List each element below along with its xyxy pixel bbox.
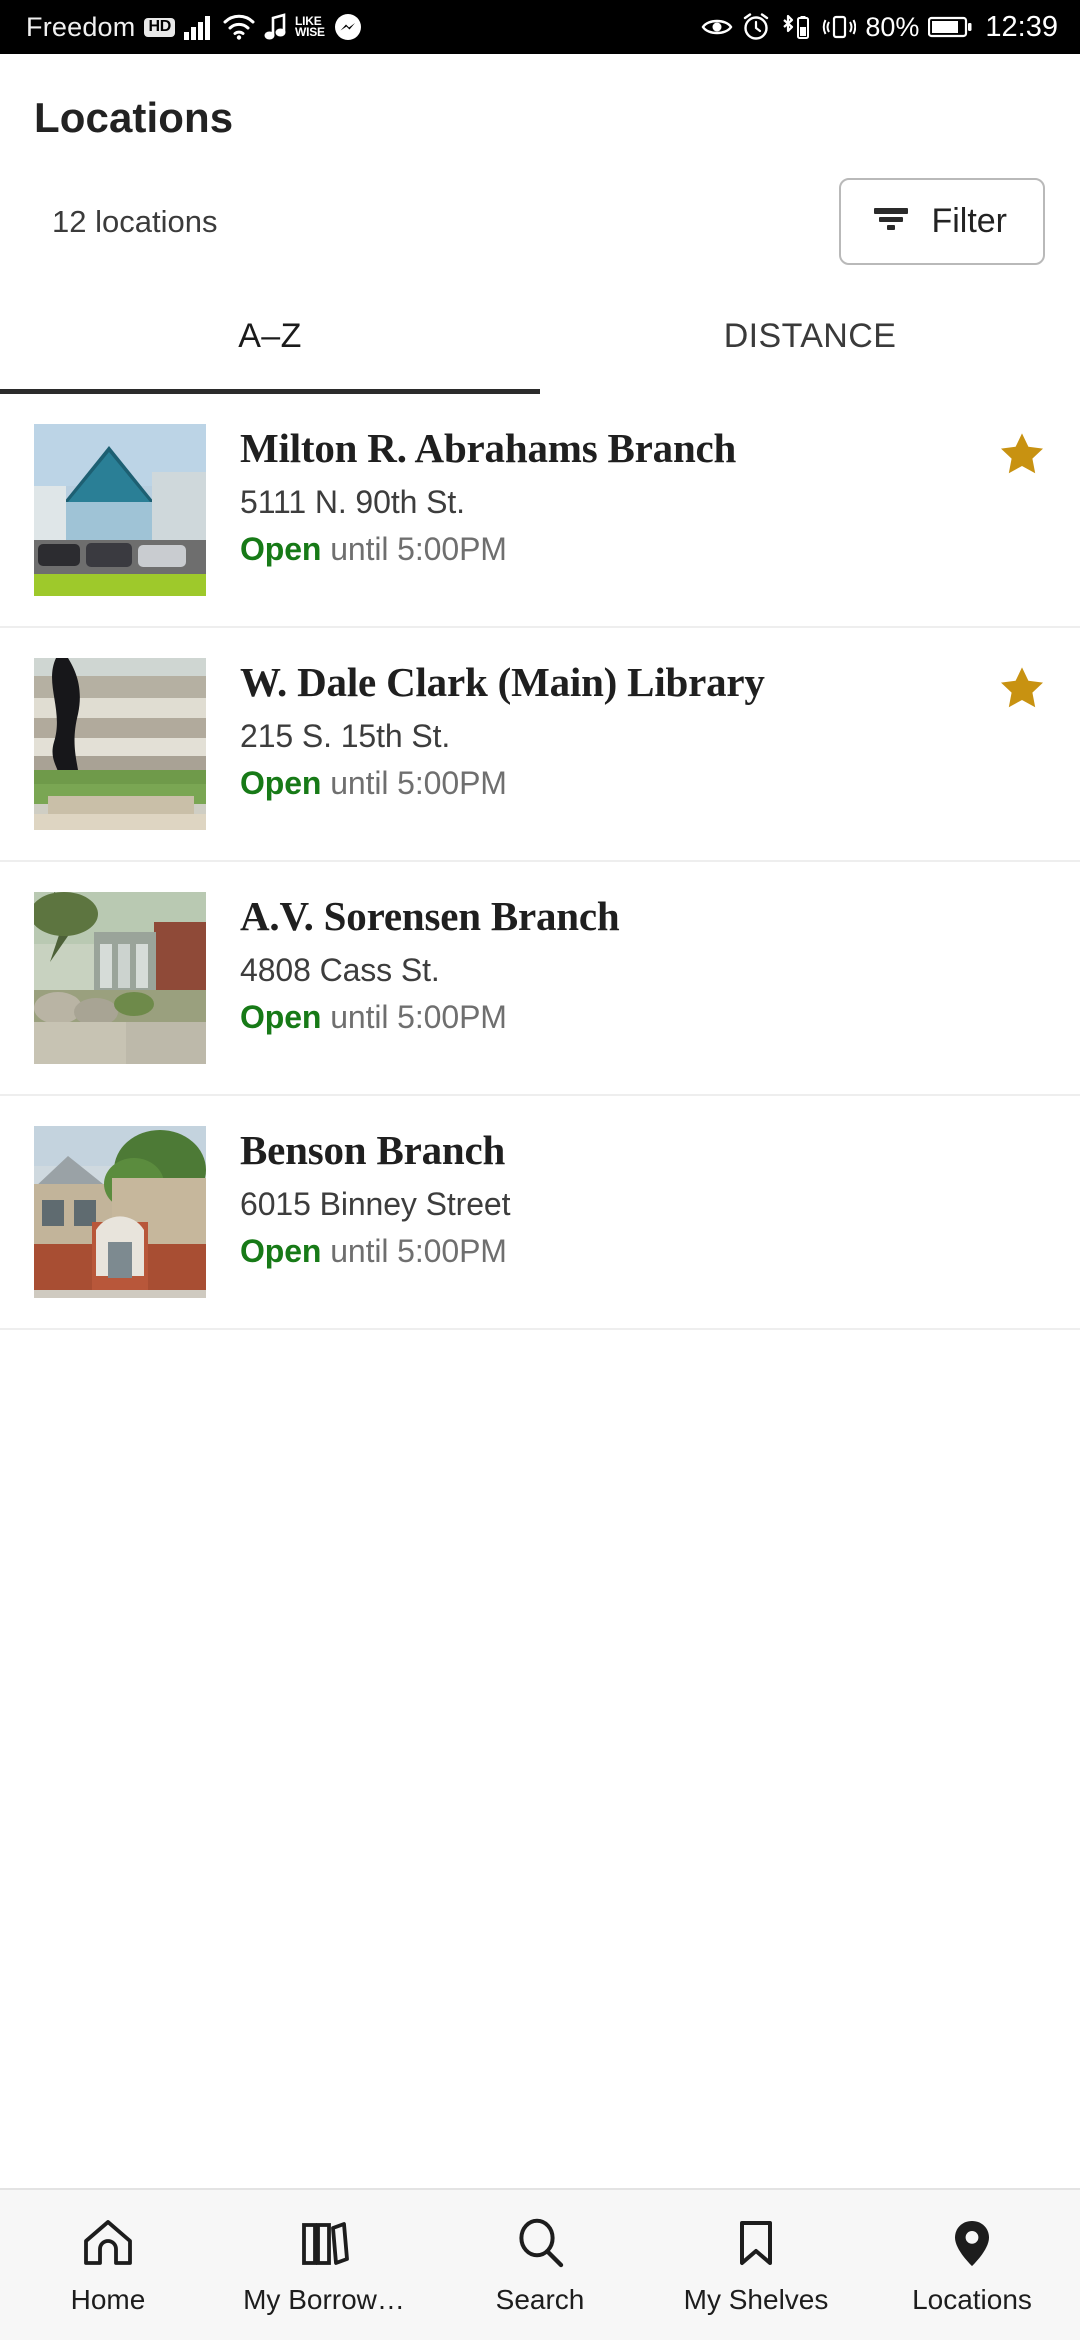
location-address: 215 S. 15th St. xyxy=(240,717,451,754)
hours-label: until 5:00PM xyxy=(330,998,507,1035)
location-address: 4808 Cass St. xyxy=(240,951,440,988)
status-bar-left: Freedom HD LIKE WISE xyxy=(26,12,362,43)
location-thumbnail xyxy=(34,658,206,830)
list-item[interactable]: Milton R. Abrahams Branch 5111 N. 90th S… xyxy=(0,394,1080,628)
star-icon xyxy=(1001,433,1043,474)
search-icon xyxy=(512,2215,568,2276)
nav-label-search: Search xyxy=(495,2283,585,2315)
bluetooth-battery-icon xyxy=(779,13,813,41)
open-status-label: Open xyxy=(240,764,322,801)
nav-item-search[interactable]: Search xyxy=(432,2215,648,2316)
tab-a-z[interactable]: A–Z xyxy=(0,317,540,394)
open-status-label: Open xyxy=(240,530,322,567)
hours-label: until 5:00PM xyxy=(330,764,507,801)
map-pin-icon xyxy=(944,2215,1000,2276)
nav-label-my-borrowing: My Borrow… xyxy=(243,2283,405,2315)
status-bar: Freedom HD LIKE WISE 80% 12:39 xyxy=(0,0,1080,54)
nav-item-my-borrowing[interactable]: My Borrow… xyxy=(216,2215,432,2316)
location-count-label: 12 locations xyxy=(52,203,218,239)
favorite-star-button[interactable] xyxy=(990,424,1054,478)
location-hours: Open until 5:00PM xyxy=(240,999,990,1036)
home-icon xyxy=(80,2215,136,2276)
list-item[interactable]: A.V. Sorensen Branch 4808 Cass St. Open … xyxy=(0,862,1080,1096)
bookmark-icon xyxy=(728,2215,784,2276)
location-hours: Open until 5:00PM xyxy=(240,531,990,568)
location-details: Benson Branch 6015 Binney Street Open un… xyxy=(206,1126,990,1270)
location-thumbnail xyxy=(34,424,206,596)
status-bar-right: 80% 12:39 xyxy=(701,11,1058,44)
nav-label-my-shelves: My Shelves xyxy=(683,2283,829,2315)
wifi-icon xyxy=(223,14,255,40)
tab-distance[interactable]: DISTANCE xyxy=(540,317,1080,394)
nav-label-home: Home xyxy=(70,2283,146,2315)
app-header: Locations 12 locations Filter A–Z DISTAN… xyxy=(0,54,1080,394)
battery-percent-label: 80% xyxy=(865,11,920,42)
page-title: Locations xyxy=(34,94,234,141)
hd-badge: HD xyxy=(144,17,175,37)
active-tab-underline xyxy=(0,389,540,394)
location-hours: Open until 5:00PM xyxy=(240,765,990,802)
location-address: 6015 Binney Street xyxy=(240,1185,511,1222)
location-details: W. Dale Clark (Main) Library 215 S. 15th… xyxy=(206,658,990,802)
locations-list: Milton R. Abrahams Branch 5111 N. 90th S… xyxy=(0,394,1080,1330)
alarm-clock-icon xyxy=(742,13,770,41)
filter-button[interactable]: Filter xyxy=(839,178,1045,265)
filter-row: 12 locations Filter xyxy=(0,142,1080,265)
location-thumbnail xyxy=(34,892,206,1064)
location-name: W. Dale Clark (Main) Library xyxy=(240,659,765,705)
signal-icon xyxy=(183,14,214,40)
location-name: Milton R. Abrahams Branch xyxy=(240,425,737,471)
likewise-icon: LIKE WISE xyxy=(294,13,325,39)
favorite-star-button[interactable] xyxy=(990,658,1054,712)
music-note-icon xyxy=(264,13,286,41)
bottom-navigation-bar: Home My Borrow… Search My Shelves Locati… xyxy=(0,2188,1080,2340)
nav-label-locations: Locations xyxy=(912,2283,1032,2315)
sort-tabs: A–Z DISTANCE xyxy=(0,317,1080,394)
hours-label: until 5:00PM xyxy=(330,530,507,567)
location-details: Milton R. Abrahams Branch 5111 N. 90th S… xyxy=(206,424,990,568)
location-thumbnail xyxy=(34,1126,206,1298)
filter-icon xyxy=(871,203,911,240)
location-hours: Open until 5:00PM xyxy=(240,1233,990,1270)
location-name: A.V. Sorensen Branch xyxy=(240,893,620,939)
list-item[interactable]: W. Dale Clark (Main) Library 215 S. 15th… xyxy=(0,628,1080,862)
battery-icon xyxy=(928,15,972,39)
open-status-label: Open xyxy=(240,998,322,1035)
carrier-label: Freedom xyxy=(26,11,136,42)
star-icon xyxy=(1001,667,1043,708)
hours-label: until 5:00PM xyxy=(330,1232,507,1269)
location-address: 5111 N. 90th St. xyxy=(240,483,465,520)
list-item[interactable]: Benson Branch 6015 Binney Street Open un… xyxy=(0,1096,1080,1330)
clock-label: 12:39 xyxy=(985,10,1058,43)
location-name: Benson Branch xyxy=(240,1127,506,1173)
filter-button-label: Filter xyxy=(931,202,1007,240)
nav-item-home[interactable]: Home xyxy=(0,2215,216,2316)
vibrate-icon xyxy=(822,13,857,41)
open-status-label: Open xyxy=(240,1232,322,1269)
eye-icon xyxy=(701,16,733,38)
books-icon xyxy=(296,2215,352,2276)
nav-item-my-shelves[interactable]: My Shelves xyxy=(648,2215,864,2316)
nav-item-locations[interactable]: Locations xyxy=(864,2215,1080,2316)
location-details: A.V. Sorensen Branch 4808 Cass St. Open … xyxy=(206,892,990,1036)
messenger-icon xyxy=(334,13,362,41)
